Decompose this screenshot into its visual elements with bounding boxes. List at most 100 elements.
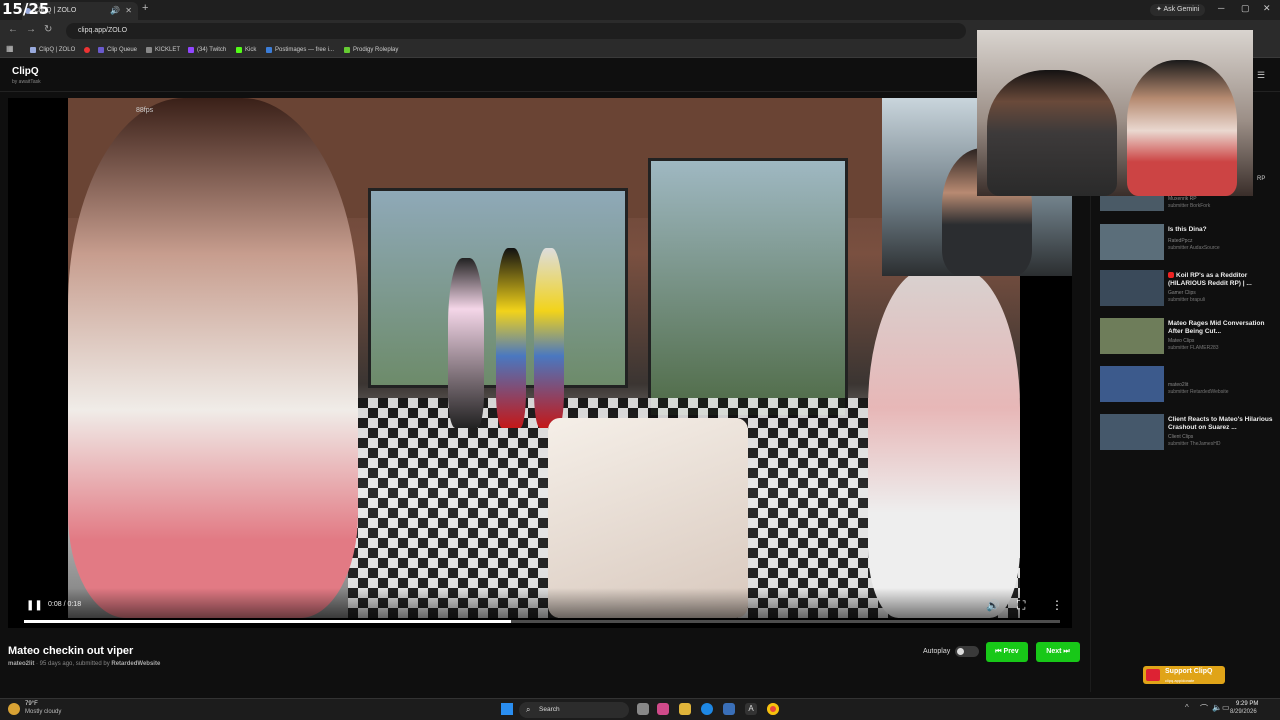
support-sub: clipq.app/donate xyxy=(1165,678,1195,683)
autoplay-toggle[interactable] xyxy=(955,646,979,657)
character-bg xyxy=(534,248,564,428)
queue-channel: Client Clips xyxy=(1168,434,1194,440)
bookmark-favicon-icon xyxy=(266,47,272,53)
minimize-icon[interactable]: ─ xyxy=(1218,3,1224,13)
timecode: 0:08 / 0:18 xyxy=(48,601,82,608)
store-icon[interactable] xyxy=(723,703,735,715)
queue-channel: Gamer Clips xyxy=(1168,290,1196,296)
queue-submitter: submitter FLAMER283 xyxy=(1168,345,1219,351)
streamer-person xyxy=(1127,60,1237,196)
queue-item[interactable]: Client Reacts to Mateo's Hilarious Crash… xyxy=(1100,414,1280,450)
queue-thumbnail xyxy=(1100,318,1164,354)
queue-thumbnail xyxy=(1100,224,1164,260)
seek-bar-fill xyxy=(24,620,511,623)
copilot-icon[interactable] xyxy=(657,703,669,715)
maximize-icon[interactable]: ▢ xyxy=(1241,3,1250,14)
bookmark-item[interactable]: (34) Twitch xyxy=(188,44,226,56)
app-icon[interactable]: A xyxy=(745,703,757,715)
fullscreen-icon[interactable]: ⛶ xyxy=(1017,598,1025,613)
queue-item[interactable]: Mateo Rages Mid Conversation After Being… xyxy=(1100,318,1280,354)
bookmark-item[interactable]: Clip Queue xyxy=(98,44,137,56)
support-logo-icon xyxy=(1146,669,1160,681)
bookmark-favicon-icon xyxy=(84,47,90,53)
apps-grid-icon[interactable]: ▦ xyxy=(6,43,14,55)
edge-icon[interactable] xyxy=(701,703,713,715)
volume-tray-icon[interactable]: 🔈 xyxy=(1212,703,1222,712)
queue-channel: Muxenrik RP xyxy=(1168,196,1197,202)
queue-title: Client Reacts to Mateo's Hilarious Crash… xyxy=(1168,416,1273,431)
windows-taskbar: 79°F Mostly cloudy ⌕ Search A ^ ⌒ 🔈 ▭ 9:2… xyxy=(0,698,1280,720)
queue-title: Koil RP's as a Redditor (HILARIOUS Reddi… xyxy=(1168,272,1252,287)
queue-item[interactable]: Is this Dina? RatedPpcz submitter AudaxS… xyxy=(1100,224,1280,260)
network-icon[interactable]: ⌒ xyxy=(1200,703,1208,714)
battery-icon[interactable]: ▭ xyxy=(1222,703,1230,712)
bookmark-item[interactable]: Postimages — free i... xyxy=(266,44,334,56)
file-explorer-icon[interactable] xyxy=(679,703,691,715)
toggle-knob xyxy=(957,648,964,655)
weather-icon[interactable] xyxy=(8,703,20,715)
streamer-person xyxy=(987,70,1117,196)
queue-item[interactable]: Muxenrik RP submitter BorkFork xyxy=(1100,196,1280,211)
tray-chevron-icon[interactable]: ^ xyxy=(1185,703,1189,712)
character-bg xyxy=(448,258,484,428)
task-view-icon[interactable] xyxy=(637,703,649,715)
queue-submitter: submitter TheJamesHD xyxy=(1168,441,1221,447)
windows-start-icon[interactable] xyxy=(501,703,513,715)
bookmark-item[interactable]: ClipQ | ZOLO xyxy=(30,44,75,56)
video-player[interactable]: 88fps ❚❚ 0:08 / 0:18 🔊 ⛶ ⋮ xyxy=(8,98,1072,628)
close-tab-icon[interactable]: ✕ xyxy=(125,2,132,20)
settings-icon[interactable]: ☰ xyxy=(1257,70,1265,81)
queue-item[interactable]: Koil RP's as a Redditor (HILARIOUS Reddi… xyxy=(1100,270,1280,306)
ask-gemini-label: Ask Gemini xyxy=(1163,6,1200,13)
clip-channel[interactable]: mateo2lit xyxy=(8,661,34,667)
reload-icon[interactable]: ↻ xyxy=(44,24,52,35)
chrome-icon[interactable] xyxy=(767,703,779,715)
queue-item[interactable]: mateo2lit submitter RetardedWebsite xyxy=(1100,366,1280,402)
ask-gemini-button[interactable]: ✦ Ask Gemini xyxy=(1150,4,1206,16)
app-logo[interactable]: ClipQ xyxy=(12,66,39,77)
close-window-icon[interactable]: ✕ xyxy=(1263,3,1271,14)
next-button[interactable]: Next ⏭ xyxy=(1036,642,1080,662)
bookmark-favicon-icon xyxy=(98,47,104,53)
forward-icon[interactable]: → xyxy=(26,24,36,35)
queue-thumbnail xyxy=(1100,414,1164,450)
back-icon[interactable]: ← xyxy=(8,24,18,35)
support-button[interactable]: Support ClipQ clipq.app/donate xyxy=(1143,666,1225,684)
clip-meta-text: · 95 days ago, submitted by xyxy=(34,661,112,667)
bookmark-favicon-icon xyxy=(236,47,242,53)
support-label: Support ClipQ xyxy=(1165,668,1213,675)
taskbar-search[interactable]: ⌕ Search xyxy=(519,702,629,718)
bookmark-item[interactable]: Kick xyxy=(236,44,256,56)
more-options-icon[interactable]: ⋮ xyxy=(1051,598,1063,612)
search-icon: ⌕ xyxy=(526,705,531,714)
character-right xyxy=(868,268,1020,618)
overlay-counter: 15/25 xyxy=(2,0,50,18)
bookmark-item[interactable]: KICKLET xyxy=(146,44,180,56)
rp-badge: RP xyxy=(1257,176,1266,182)
app-byline: by awaitTask xyxy=(12,79,41,85)
seek-bar[interactable] xyxy=(24,620,1060,623)
new-tab-button[interactable]: + xyxy=(142,2,148,14)
bookmark-favicon-icon xyxy=(188,47,194,53)
queue-submitter: submitter BorkFork xyxy=(1168,203,1211,209)
speaker-icon[interactable]: 🔊 xyxy=(110,2,120,20)
queue-submitter: submitter RetardedWebsite xyxy=(1168,389,1229,395)
bookmark-favicon-icon xyxy=(344,47,350,53)
prev-button[interactable]: ⏮ Prev xyxy=(986,642,1028,662)
clock-time: 9:29 PM xyxy=(1236,701,1259,707)
url-field[interactable]: clipq.app/ZOLO xyxy=(66,23,966,39)
browser-tab-bar: 15/25 ClipQ | ZOLO 🔊 ✕ + ✦ Ask Gemini ─ … xyxy=(0,0,1280,20)
clip-meta: mateo2lit · 95 days ago, submitted by Re… xyxy=(8,661,160,667)
bookmark-favicon-icon xyxy=(30,47,36,53)
queue-channel: RatedPpcz xyxy=(1168,238,1193,244)
clip-submitter[interactable]: RetardedWebsite xyxy=(111,661,160,667)
volume-icon[interactable]: 🔊 xyxy=(986,599,1000,612)
queue-title: Mateo Rages Mid Conversation After Being… xyxy=(1168,320,1265,335)
pause-icon[interactable]: ❚❚ xyxy=(26,600,43,611)
queue-thumbnail xyxy=(1100,366,1164,402)
player-controls: ❚❚ 0:08 / 0:18 🔊 ⛶ ⋮ xyxy=(8,588,1072,628)
character-foreground xyxy=(68,98,358,618)
character-bg xyxy=(496,248,526,428)
queue-thumbnail xyxy=(1100,196,1164,211)
bookmark-item[interactable]: Prodigy Roleplay xyxy=(344,44,398,56)
